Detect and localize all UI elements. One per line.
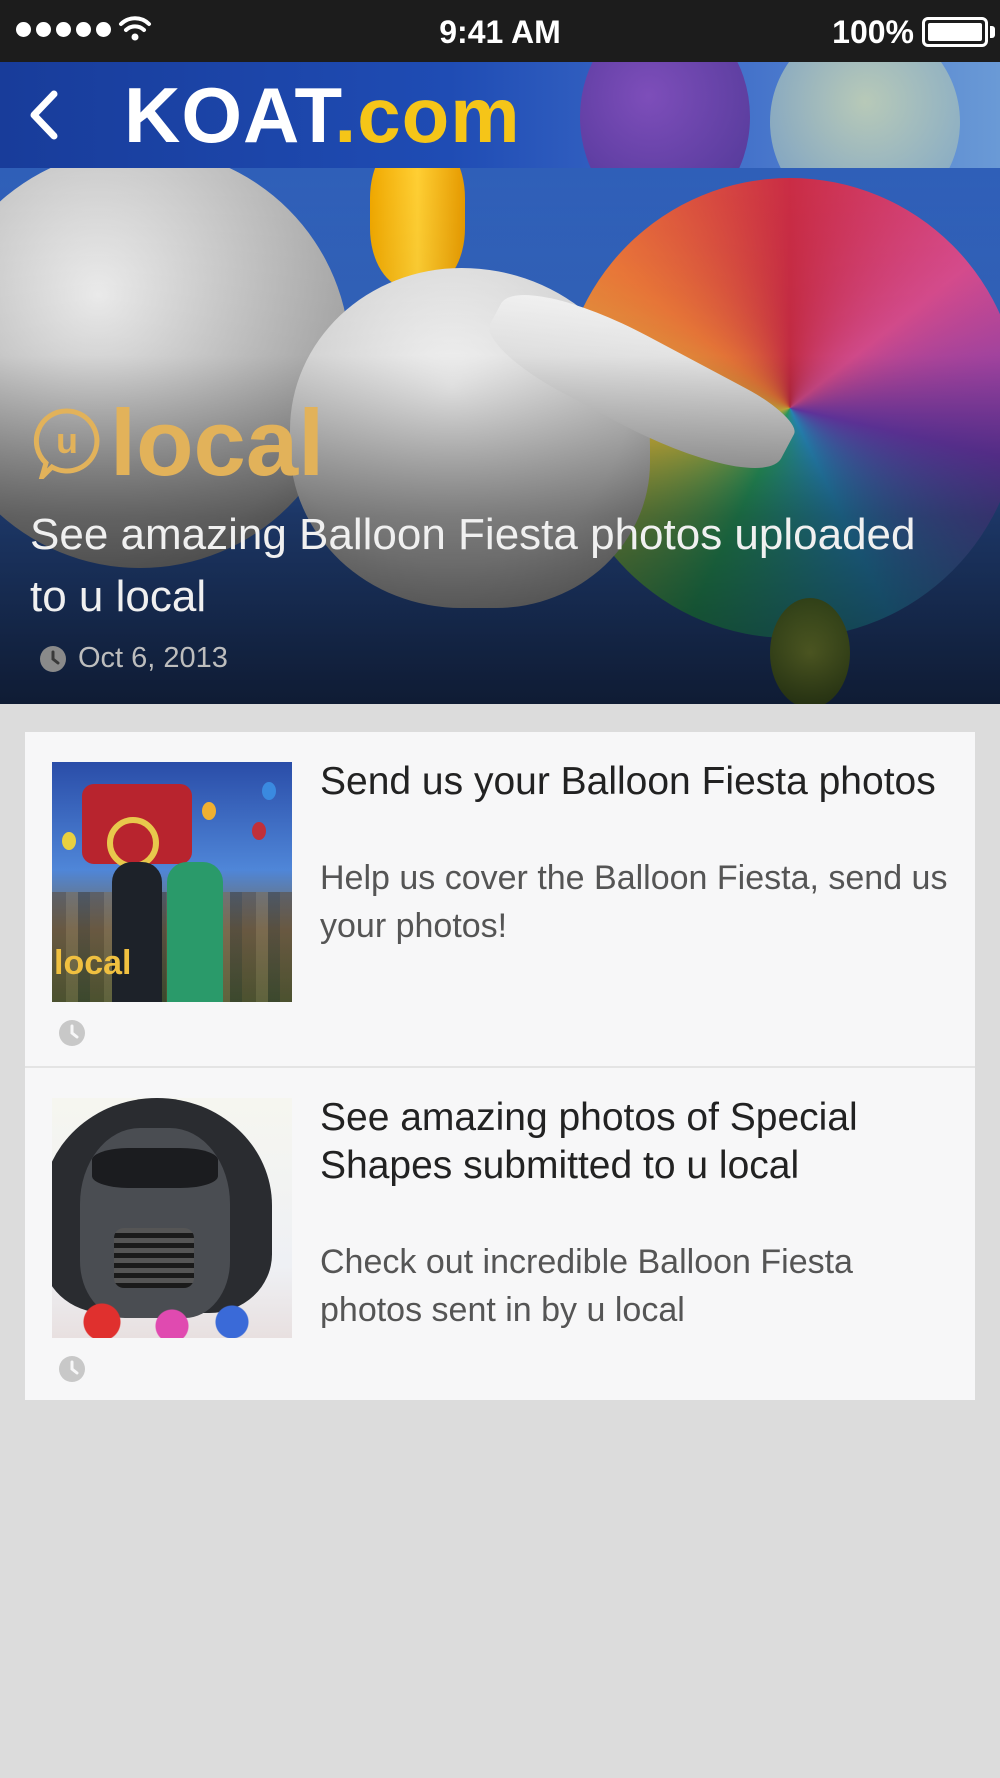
clock-icon [59,1356,85,1382]
header-balloon-graphic [580,62,750,168]
clock-icon [59,1020,85,1046]
app-header: KOAT.com [0,62,1000,168]
header-balloon-graphic [770,62,960,168]
article-title[interactable]: See amazing photos of Special Shapes sub… [320,1094,950,1190]
battery-tip [990,26,995,38]
article-list: local Send us your Balloon Fiesta photos… [25,732,975,1400]
clock-icon [40,645,66,672]
logo-suffix: .com [334,71,521,159]
battery-percent: 100% [832,14,914,50]
ulocal-badge-icon: u [33,408,100,479]
article-description: Check out incredible Balloon Fiesta phot… [320,1243,853,1329]
hero-date: Oct 6, 2013 [38,642,228,675]
logo-main: KOAT [124,71,335,159]
thumbnail-overlay-text: local [54,944,132,982]
back-button[interactable] [14,80,74,150]
article-description: Help us cover the Balloon Fiesta, send u… [320,859,948,945]
article-thumbnail [52,1098,292,1338]
hero-date-text: Oct 6, 2013 [78,642,228,674]
article-title[interactable]: Send us your Balloon Fiesta photos [320,758,950,806]
ulocal-wordmark: local [110,390,325,495]
hero-headline[interactable]: See amazing Balloon Fiesta photos upload… [30,504,930,628]
list-item[interactable]: local Send us your Balloon Fiesta photos… [25,732,975,1066]
list-item[interactable]: See amazing photos of Special Shapes sub… [25,1066,975,1400]
chevron-left-icon [30,90,58,140]
battery-icon [922,17,988,47]
article-thumbnail: local [52,762,292,1002]
status-bar: 9:41 AM 100% [0,0,1000,62]
hero-story[interactable]: u local See amazing Balloon Fiesta photo… [0,168,1000,704]
ulocal-badge-letter: u [56,420,78,461]
ulocal-logo: u local [32,396,324,490]
site-logo[interactable]: KOAT.com [124,70,521,161]
